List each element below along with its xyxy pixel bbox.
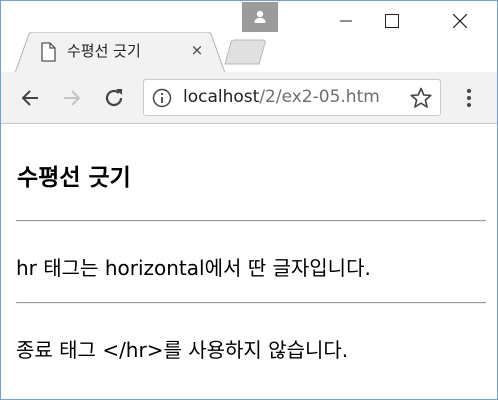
close-icon bbox=[453, 14, 467, 28]
arrow-left-icon bbox=[21, 90, 38, 106]
page-heading: 수평선 긋기 bbox=[17, 165, 131, 191]
close-window-button[interactable] bbox=[437, 1, 483, 41]
url-path: /2/ex2-05.htm bbox=[259, 87, 380, 107]
paragraph-no-end-tag: 종료 태그 </hr>를 사용하지 않습니다. bbox=[16, 338, 349, 362]
url-host: localhost bbox=[183, 87, 260, 107]
title-bar: 수평선 긋기 × bbox=[1, 1, 497, 73]
tab-close-button[interactable]: × bbox=[187, 39, 207, 61]
forward-button[interactable] bbox=[57, 83, 87, 113]
paragraph-hr-meaning: hr 태그는 horizontal에서 딴 글자입니다. bbox=[16, 256, 371, 280]
url-text[interactable]: localhost/2/ex2-05.htm bbox=[183, 87, 395, 107]
vertical-dots-icon bbox=[467, 89, 471, 107]
maximize-button[interactable] bbox=[369, 1, 415, 41]
page-document-icon bbox=[39, 42, 57, 62]
star-icon[interactable] bbox=[410, 87, 432, 109]
minimize-icon bbox=[340, 20, 352, 22]
arrow-right-icon bbox=[64, 90, 81, 106]
reload-icon bbox=[105, 89, 123, 107]
reload-button[interactable] bbox=[99, 83, 129, 113]
browser-window: 수평선 긋기 × localhost/2/ex2-05.htm 수평선 긋기 h… bbox=[0, 0, 498, 400]
browser-menu-button[interactable] bbox=[459, 83, 479, 113]
horizontal-rule bbox=[16, 220, 486, 222]
back-button[interactable] bbox=[15, 83, 45, 113]
info-icon[interactable] bbox=[152, 88, 172, 108]
address-bar[interactable]: localhost/2/ex2-05.htm bbox=[143, 79, 441, 116]
new-tab-button[interactable] bbox=[223, 39, 267, 65]
maximize-icon bbox=[385, 14, 399, 28]
horizontal-rule bbox=[16, 302, 486, 304]
page-content: 수평선 긋기 hr 태그는 horizontal에서 딴 글자입니다. 종료 태… bbox=[1, 125, 497, 399]
tab-title: 수평선 긋기 bbox=[67, 42, 141, 60]
person-icon bbox=[254, 10, 266, 23]
browser-toolbar: localhost/2/ex2-05.htm bbox=[1, 72, 497, 124]
minimize-button[interactable] bbox=[323, 1, 369, 41]
profile-button[interactable] bbox=[242, 2, 278, 32]
tab-active[interactable]: 수평선 긋기 × bbox=[15, 32, 225, 73]
